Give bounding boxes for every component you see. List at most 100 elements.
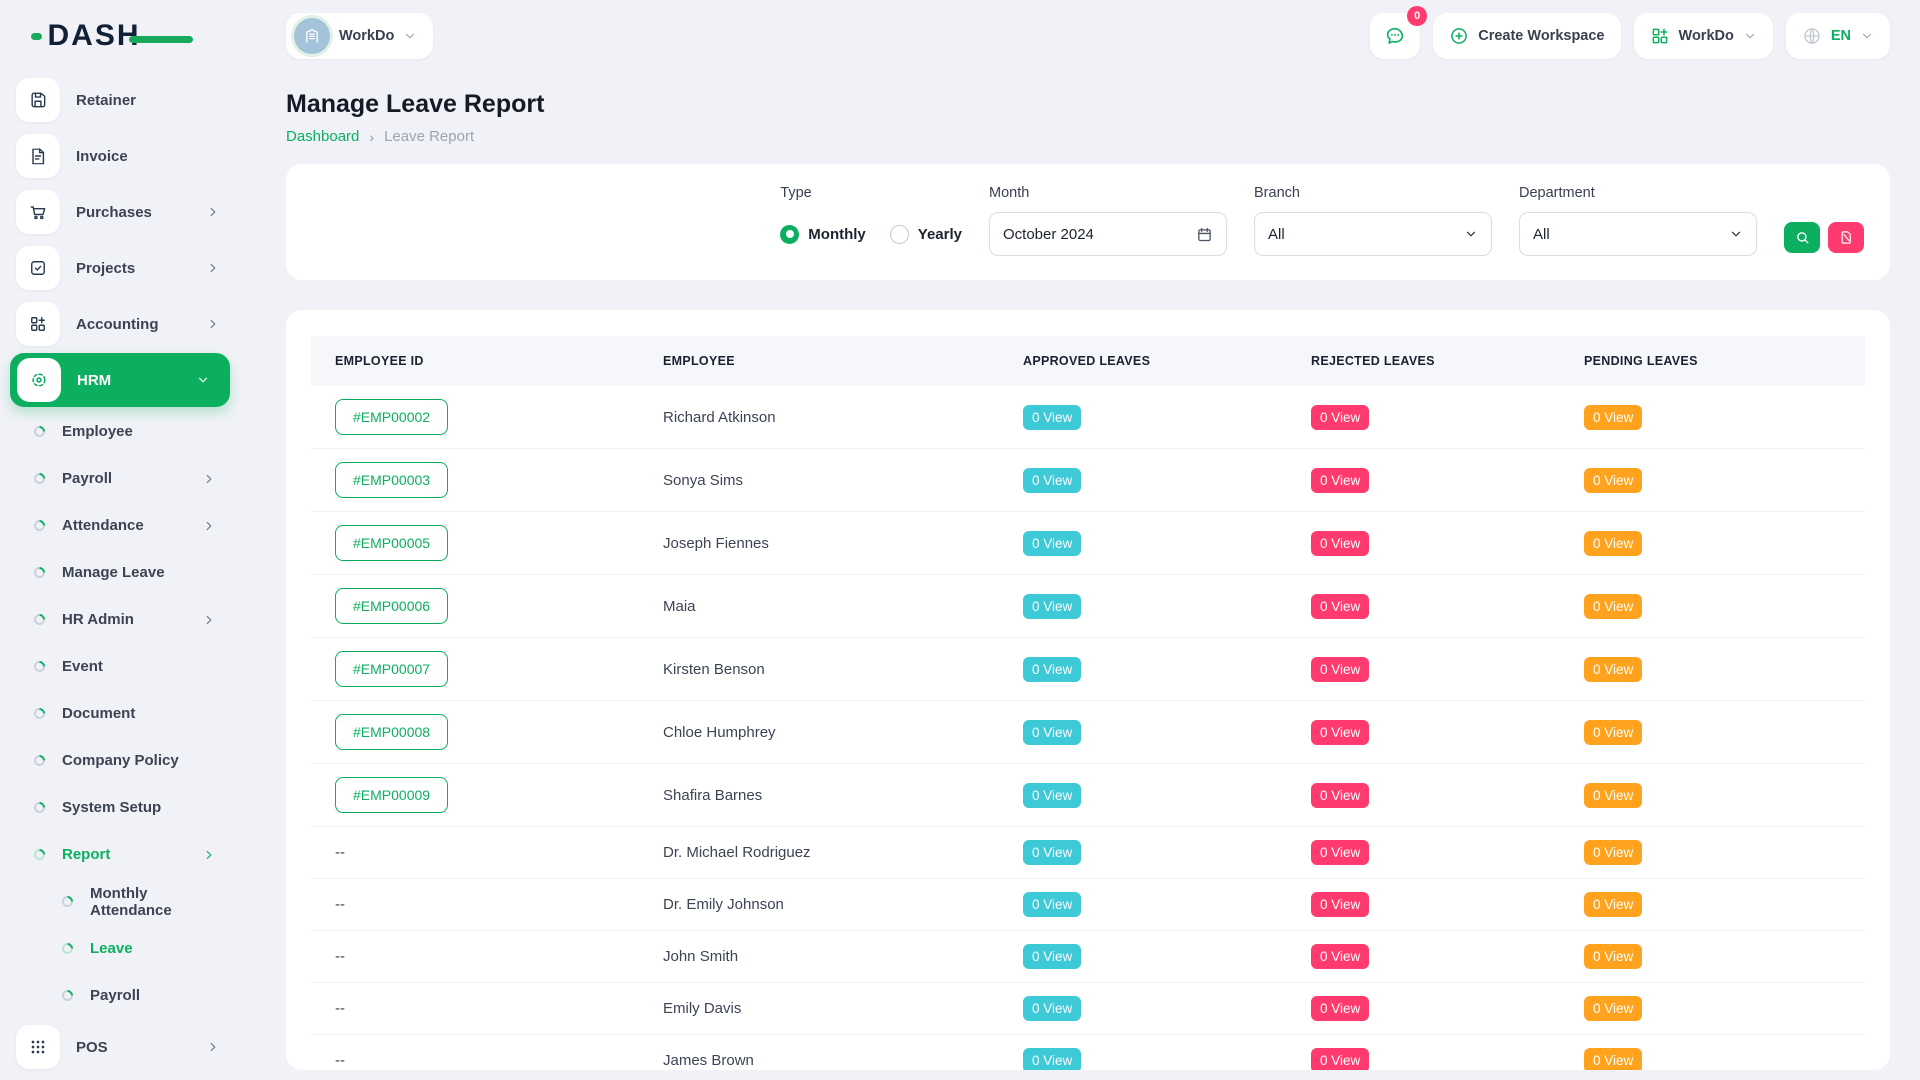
rejected-view-button[interactable]: 0 View: [1311, 657, 1369, 682]
pending-view-button[interactable]: 0 View: [1584, 944, 1642, 969]
employee-id-badge[interactable]: #EMP00006: [335, 588, 448, 624]
pending-view-button[interactable]: 0 View: [1584, 531, 1642, 556]
sidebar-item-label: Document: [62, 705, 135, 722]
chevron-right-icon: [202, 848, 216, 862]
breadcrumb-dashboard-link[interactable]: Dashboard: [286, 128, 359, 145]
approved-view-button[interactable]: 0 View: [1023, 720, 1081, 745]
employee-id-empty: --: [335, 844, 345, 861]
pending-view-button[interactable]: 0 View: [1584, 1048, 1642, 1070]
employee-id-badge[interactable]: #EMP00008: [335, 714, 448, 750]
pending-view-button[interactable]: 0 View: [1584, 783, 1642, 808]
pending-view-button[interactable]: 0 View: [1584, 405, 1642, 430]
app-menu-button[interactable]: WorkDo: [1634, 13, 1773, 59]
workspace-switcher[interactable]: WorkDo: [286, 13, 433, 59]
sidebar-item-monthly-attendance[interactable]: Monthly Attendance: [0, 878, 240, 925]
reset-button[interactable]: [1828, 222, 1864, 253]
monthly-radio[interactable]: Monthly: [780, 225, 866, 244]
month-input[interactable]: October 2024: [989, 212, 1227, 256]
sidebar-item-event[interactable]: Event: [0, 643, 240, 690]
sidebar-item-label: Invoice: [76, 148, 128, 165]
chevron-down-icon: [1743, 29, 1757, 43]
sidebar-item-document[interactable]: Document: [0, 690, 240, 737]
approved-view-button[interactable]: 0 View: [1023, 531, 1081, 556]
sidebar-item-accounting[interactable]: Accounting: [0, 296, 240, 352]
approved-view-button[interactable]: 0 View: [1023, 657, 1081, 682]
pending-view-button[interactable]: 0 View: [1584, 657, 1642, 682]
sidebar-item-payroll[interactable]: Payroll: [0, 972, 240, 1019]
sidebar-item-employee[interactable]: Employee: [0, 408, 240, 455]
yearly-radio[interactable]: Yearly: [890, 225, 962, 244]
employee-name: Shafira Barnes: [663, 787, 762, 804]
approved-view-button[interactable]: 0 View: [1023, 840, 1081, 865]
bullet-icon: [32, 612, 48, 628]
sidebar-item-hr-admin[interactable]: HR Admin: [0, 596, 240, 643]
employee-name: Joseph Fiennes: [663, 535, 769, 552]
branch-select[interactable]: All: [1254, 212, 1492, 256]
rejected-view-button[interactable]: 0 View: [1311, 944, 1369, 969]
sidebar-item-company-policy[interactable]: Company Policy: [0, 737, 240, 784]
building-icon: [294, 18, 330, 54]
approved-view-button[interactable]: 0 View: [1023, 405, 1081, 430]
sidebar-item-label: Company Policy: [62, 752, 179, 769]
create-workspace-button[interactable]: Create Workspace: [1433, 13, 1620, 59]
pending-view-button[interactable]: 0 View: [1584, 720, 1642, 745]
rejected-view-button[interactable]: 0 View: [1311, 840, 1369, 865]
approved-view-button[interactable]: 0 View: [1023, 783, 1081, 808]
employee-name: Chloe Humphrey: [663, 724, 776, 741]
chevron-right-icon: [206, 1040, 220, 1054]
search-button[interactable]: [1784, 222, 1820, 253]
sidebar-item-label: Attendance: [62, 517, 144, 534]
pending-view-button[interactable]: 0 View: [1584, 840, 1642, 865]
rejected-view-button[interactable]: 0 View: [1311, 531, 1369, 556]
leave-report-card: EMPLOYEE ID EMPLOYEE APPROVED LEAVES REJ…: [286, 310, 1890, 1070]
rejected-view-button[interactable]: 0 View: [1311, 892, 1369, 917]
rejected-view-button[interactable]: 0 View: [1311, 594, 1369, 619]
approved-view-button[interactable]: 0 View: [1023, 944, 1081, 969]
employee-id-empty: --: [335, 948, 345, 965]
pending-view-button[interactable]: 0 View: [1584, 996, 1642, 1021]
sidebar-item-hrm[interactable]: HRM: [10, 353, 230, 407]
employee-id-badge[interactable]: #EMP00002: [335, 399, 448, 435]
table-row: --James Brown0 View0 View0 View: [311, 1035, 1865, 1071]
table-row: --Dr. Michael Rodriguez0 View0 View0 Vie…: [311, 827, 1865, 879]
sidebar-item-system-setup[interactable]: System Setup: [0, 784, 240, 831]
rejected-view-button[interactable]: 0 View: [1311, 468, 1369, 493]
approved-view-button[interactable]: 0 View: [1023, 892, 1081, 917]
bullet-icon: [32, 659, 48, 675]
sidebar-item-attendance[interactable]: Attendance: [0, 502, 240, 549]
approved-view-button[interactable]: 0 View: [1023, 996, 1081, 1021]
sidebar-item-retainer[interactable]: Retainer: [0, 72, 240, 128]
sidebar-item-invoice[interactable]: Invoice: [0, 128, 240, 184]
pending-view-button[interactable]: 0 View: [1584, 594, 1642, 619]
rejected-view-button[interactable]: 0 View: [1311, 405, 1369, 430]
rejected-view-button[interactable]: 0 View: [1311, 996, 1369, 1021]
sidebar-item-payroll[interactable]: Payroll: [0, 455, 240, 502]
language-selector[interactable]: EN: [1786, 13, 1890, 59]
dash-logo[interactable]: DASH: [47, 19, 192, 53]
department-select[interactable]: All: [1519, 212, 1757, 256]
pending-view-button[interactable]: 0 View: [1584, 892, 1642, 917]
messages-button[interactable]: 0: [1370, 13, 1420, 59]
rejected-view-button[interactable]: 0 View: [1311, 783, 1369, 808]
department-filter: Department All: [1519, 185, 1757, 256]
employee-id-badge[interactable]: #EMP00007: [335, 651, 448, 687]
approved-view-button[interactable]: 0 View: [1023, 594, 1081, 619]
sidebar-item-pos[interactable]: POS: [0, 1019, 240, 1075]
approved-view-button[interactable]: 0 View: [1023, 468, 1081, 493]
pending-view-button[interactable]: 0 View: [1584, 468, 1642, 493]
rejected-view-button[interactable]: 0 View: [1311, 1048, 1369, 1070]
sidebar-item-report[interactable]: Report: [0, 831, 240, 878]
employee-id-badge[interactable]: #EMP00005: [335, 525, 448, 561]
sidebar-item-leave[interactable]: Leave: [0, 925, 240, 972]
employee-id-badge[interactable]: #EMP00003: [335, 462, 448, 498]
breadcrumb: Dashboard › Leave Report: [286, 128, 1890, 145]
bullet-icon: [32, 565, 48, 581]
bullet-icon: [32, 800, 48, 816]
employee-id-badge[interactable]: #EMP00009: [335, 777, 448, 813]
sidebar-item-projects[interactable]: Projects: [0, 240, 240, 296]
approved-view-button[interactable]: 0 View: [1023, 1048, 1081, 1070]
sidebar-item-purchases[interactable]: Purchases: [0, 184, 240, 240]
rejected-view-button[interactable]: 0 View: [1311, 720, 1369, 745]
filter-actions: [1784, 185, 1864, 256]
sidebar-item-manage-leave[interactable]: Manage Leave: [0, 549, 240, 596]
